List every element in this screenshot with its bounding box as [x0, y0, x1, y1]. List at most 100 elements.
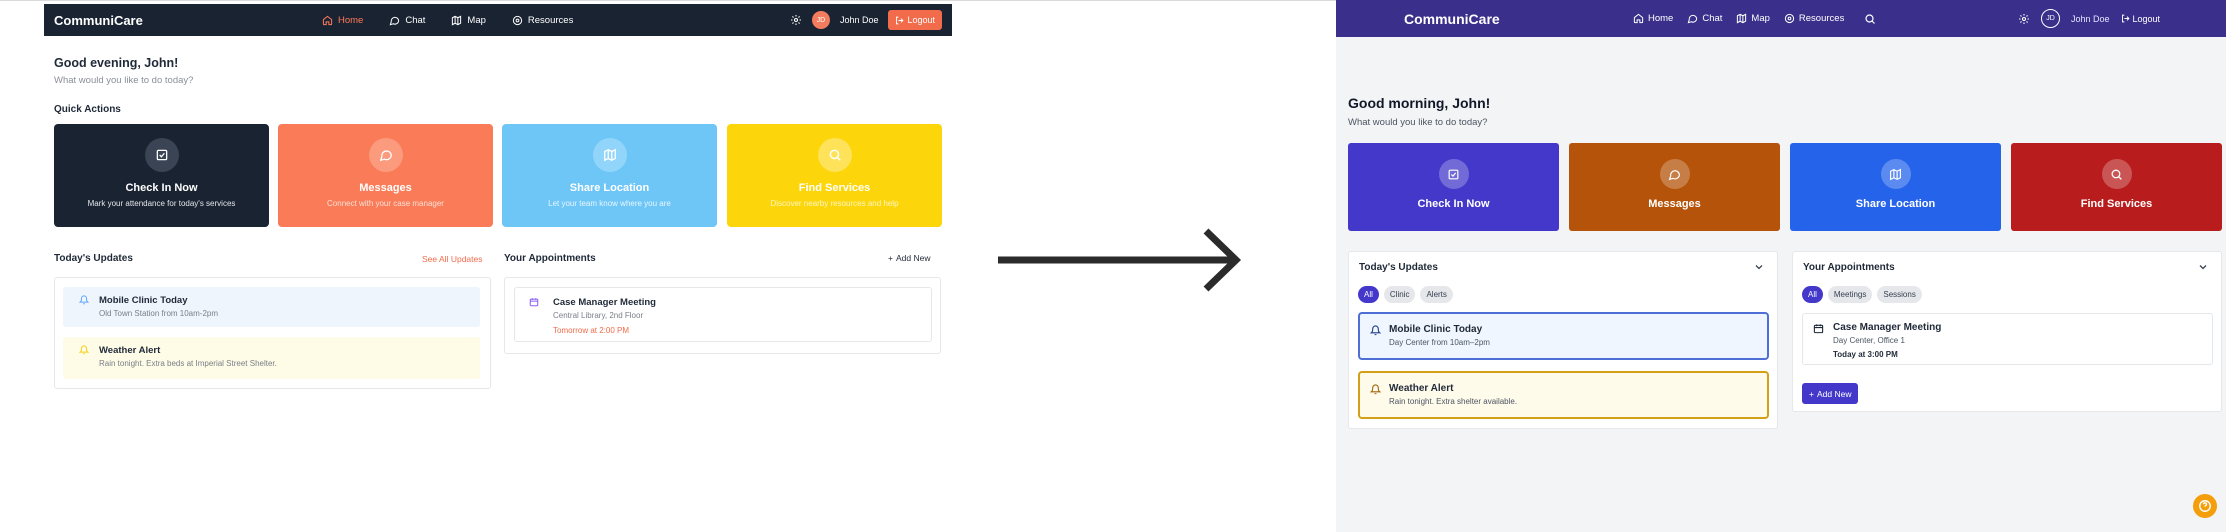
update-item[interactable]: Mobile Clinic Today Day Center from 10am…	[1358, 312, 1769, 360]
update-desc: Rain tonight. Extra beds at Imperial Str…	[99, 359, 277, 368]
gear-icon[interactable]	[790, 14, 802, 26]
tab-all[interactable]: All	[1802, 286, 1823, 303]
calendar-icon	[529, 298, 539, 307]
action-card-share-location[interactable]: Share Location	[1790, 143, 2001, 231]
nav-map[interactable]: Map	[451, 14, 486, 26]
add-new-appointment-button[interactable]: + Add New	[888, 253, 930, 263]
map-icon	[1880, 159, 1911, 189]
right-nav-links: Home Chat Map Resources	[1633, 0, 1876, 37]
see-all-updates-link[interactable]: See All Updates	[422, 254, 482, 264]
help-icon	[2199, 500, 2211, 512]
help-button[interactable]	[2193, 494, 2217, 518]
action-desc: Mark your attendance for today's service…	[87, 199, 236, 208]
action-title: Share Location	[569, 182, 650, 194]
update-desc: Rain tonight. Extra shelter available.	[1389, 397, 1518, 406]
chat-icon	[1687, 14, 1698, 24]
nav-home[interactable]: Home	[1633, 13, 1673, 24]
plus-icon: +	[888, 253, 893, 263]
appointment-item[interactable]: Case Manager Meeting Day Center, Office …	[1802, 313, 2213, 365]
action-card-find-services[interactable]: Find Services	[2011, 143, 2222, 231]
action-card-check-in[interactable]: Check In Now Mark your attendance for to…	[54, 124, 269, 227]
action-title: Messages	[1648, 198, 1701, 210]
bell-icon	[79, 295, 89, 305]
update-desc: Old Town Station from 10am-2pm	[99, 309, 219, 318]
nav-home-label: Home	[1648, 13, 1674, 24]
logout-label: Logout	[2132, 13, 2161, 24]
chat-icon	[1659, 159, 1690, 189]
greeting: Good morning, John!	[1348, 95, 1491, 111]
chevron-down-icon[interactable]	[1753, 261, 1765, 273]
tab-alerts[interactable]: Alerts	[1420, 286, 1453, 303]
appointment-location: Day Center, Office 1	[1833, 336, 1905, 345]
nav-chat-label: Chat	[1702, 13, 1723, 24]
tab-clinic[interactable]: Clinic	[1383, 286, 1416, 303]
tab-meetings[interactable]: Meetings	[1827, 286, 1873, 303]
appointment-title: Case Manager Meeting	[553, 297, 656, 308]
update-title: Mobile Clinic Today	[99, 295, 188, 306]
logout-button[interactable]: Logout	[888, 10, 942, 30]
updates-title: Today's Updates	[54, 253, 133, 264]
nav-home[interactable]: Home	[322, 15, 363, 26]
update-item[interactable]: Weather Alert Rain tonight. Extra shelte…	[1358, 371, 1769, 419]
tab-all[interactable]: All	[1358, 286, 1379, 303]
logout-icon	[896, 16, 905, 24]
appointments-title: Your Appointments	[1803, 262, 1895, 273]
home-icon	[1633, 13, 1644, 24]
check-icon	[144, 138, 179, 172]
bell-icon	[1370, 384, 1381, 395]
gear-icon[interactable]	[2018, 13, 2030, 25]
update-item[interactable]: Weather Alert Rain tonight. Extra beds a…	[63, 337, 480, 379]
appointments-title: Your Appointments	[504, 253, 596, 264]
search-icon	[817, 138, 852, 172]
nav-resources[interactable]: Resources	[1784, 13, 1844, 24]
appointments-panel: Your Appointments All Meetings Sessions …	[1792, 251, 2222, 412]
comparison-canvas: CommuniCare Home Chat Map Resources JD J…	[0, 0, 2226, 532]
action-card-share-location[interactable]: Share Location Let your team know where …	[502, 124, 717, 227]
appointment-time: Tomorrow at 2:00 PM	[553, 326, 630, 335]
bell-icon	[79, 345, 89, 355]
brand-logo[interactable]: CommuniCare	[1404, 11, 1500, 27]
search-icon[interactable]	[1864, 13, 1876, 25]
right-nav-user: JD John Doe Logout	[2018, 0, 2160, 37]
chevron-down-icon[interactable]	[2197, 261, 2209, 273]
update-title: Weather Alert	[99, 345, 161, 356]
nav-chat[interactable]: Chat	[1687, 13, 1722, 24]
action-card-check-in[interactable]: Check In Now	[1348, 143, 1559, 231]
nav-map-label: Map	[467, 14, 486, 26]
action-title: Messages	[359, 182, 412, 194]
action-card-find-services[interactable]: Find Services Discover nearby resources …	[727, 124, 942, 227]
logout-button[interactable]: Logout	[2121, 13, 2161, 24]
brand-logo[interactable]: CommuniCare	[54, 13, 143, 28]
action-card-messages[interactable]: Messages	[1569, 143, 1780, 231]
tab-sessions[interactable]: Sessions	[1877, 286, 1922, 303]
action-desc: Let your team know where you are	[548, 199, 671, 208]
appointments-filter-tabs: All Meetings Sessions	[1802, 286, 1922, 303]
appointment-title: Case Manager Meeting	[1833, 322, 1942, 333]
map-icon	[452, 15, 462, 25]
check-icon	[1438, 159, 1469, 189]
avatar[interactable]: JD	[811, 11, 830, 29]
action-title: Find Services	[2080, 198, 2153, 210]
nav-resources[interactable]: Resources	[512, 15, 573, 26]
add-new-appointment-button[interactable]: + Add New	[1802, 383, 1859, 404]
update-title: Mobile Clinic Today	[1389, 324, 1483, 335]
greeting-subtitle: What would you like to do today?	[1348, 117, 1488, 128]
calendar-icon	[1813, 324, 1824, 334]
nav-resources-label: Resources	[527, 14, 574, 26]
nav-chat[interactable]: Chat	[389, 15, 425, 26]
search-icon	[2101, 159, 2132, 189]
right-screen: CommuniCare Home Chat Map Resources JD J…	[1336, 0, 2226, 532]
avatar[interactable]: JD	[2041, 9, 2060, 28]
nav-chat-label: Chat	[405, 14, 426, 26]
appointment-item[interactable]: Case Manager Meeting Central Library, 2n…	[514, 287, 932, 342]
action-card-messages[interactable]: Messages Connect with your case manager	[278, 124, 493, 227]
greeting: Good evening, John!	[54, 56, 179, 70]
transition-arrow-icon	[998, 228, 1242, 292]
greeting-subtitle: What would you like to do today?	[54, 75, 194, 86]
map-icon	[1737, 13, 1747, 24]
logout-icon	[2121, 14, 2130, 23]
update-item[interactable]: Mobile Clinic Today Old Town Station fro…	[63, 287, 480, 327]
user-name: John Doe	[2071, 13, 2110, 24]
nav-map[interactable]: Map	[1736, 13, 1770, 24]
action-desc: Discover nearby resources and help	[770, 199, 899, 208]
